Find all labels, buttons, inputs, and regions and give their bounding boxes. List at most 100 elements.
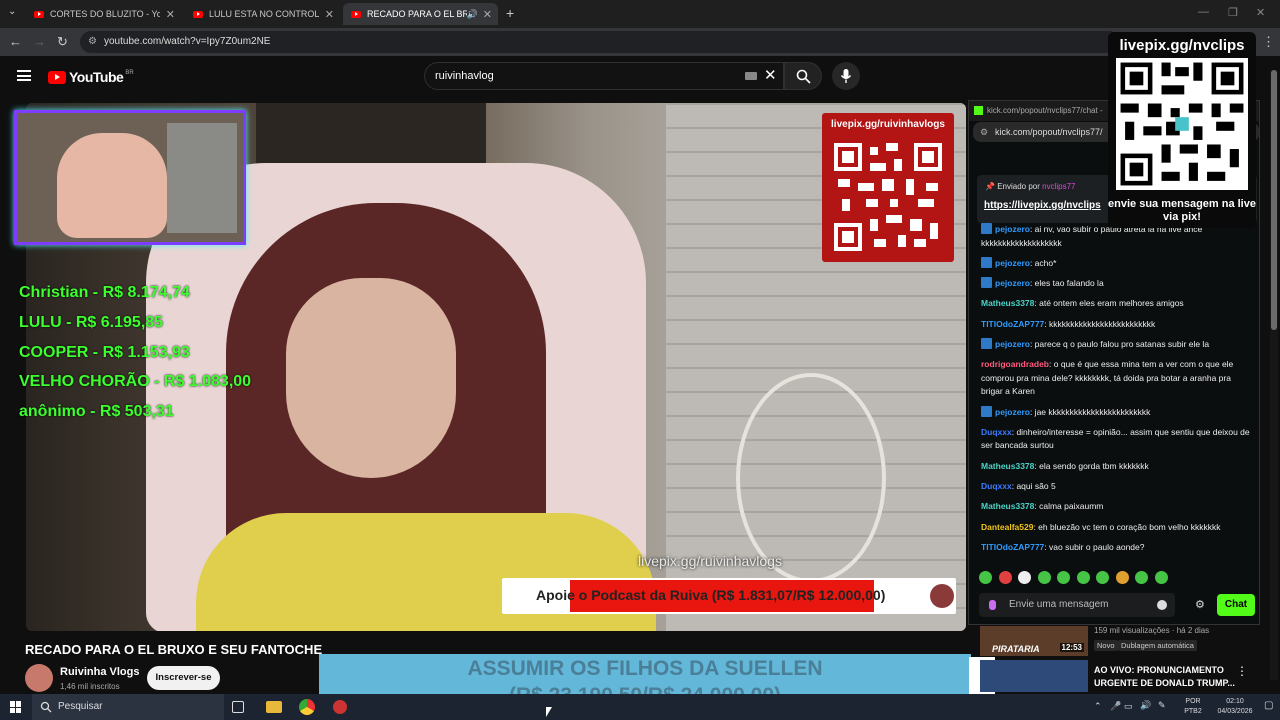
chat-message: rodrigoandradeb: o que é que essa mina t… (981, 358, 1251, 399)
chat-username[interactable]: pejozero (995, 258, 1030, 268)
task-view-icon[interactable] (232, 701, 244, 713)
minimize-icon[interactable]: — (1198, 6, 1209, 18)
thumbnail-caption: PIRATARIA (992, 644, 1040, 654)
video-thumbnail[interactable]: PIRATARIA 12:53 (980, 626, 1088, 656)
restore-icon[interactable]: ❐ (1228, 6, 1238, 19)
donor-entry: LULU - R$ 6.195,85 (19, 313, 164, 331)
close-window-icon[interactable]: ✕ (1256, 6, 1265, 19)
windows-start-icon[interactable] (10, 701, 22, 713)
input-language[interactable]: POR PTB2 (1178, 697, 1208, 717)
emote-icon[interactable] (1154, 571, 1168, 584)
emote-icon[interactable] (1076, 571, 1090, 584)
emote-icon[interactable] (1096, 571, 1109, 584)
new-tab-icon[interactable]: + (506, 5, 514, 21)
site-info-icon[interactable]: ⚙ (88, 31, 97, 53)
chat-username[interactable]: Matheus3378 (981, 298, 1034, 308)
taskbar-search[interactable]: Pesquisar (32, 694, 224, 720)
chat-username[interactable]: Matheus3378 (981, 501, 1034, 511)
audio-playing-icon[interactable]: 🔊 (467, 9, 478, 20)
taskbar-clock[interactable]: 02:10 04/03/2026 (1212, 697, 1258, 717)
file-explorer-icon[interactable] (266, 701, 282, 713)
close-tab-icon[interactable]: ✕ (483, 8, 492, 21)
search-icon (796, 69, 811, 84)
support-bar-text: Apoie o Podcast da Ruiva (R$ 1.831,07/R$… (536, 587, 885, 603)
recommended-video-title[interactable]: AO VIVO: PRONUNCIAMENTO URGENTE DE DONAL… (1094, 664, 1244, 690)
scrollbar-thumb[interactable] (1271, 70, 1277, 330)
emote-icon[interactable] (1057, 571, 1070, 584)
chat-username[interactable]: pejozero (995, 224, 1030, 234)
tab-list-dropdown[interactable]: ⌄ (8, 6, 16, 17)
chrome-icon[interactable] (299, 699, 315, 715)
chat-username[interactable]: pejozero (995, 407, 1030, 417)
address-bar-row: ← → ↻ ⚙ youtube.com/watch?v=Ipy7Z0um2NE … (0, 28, 1280, 56)
close-tab-icon[interactable]: ✕ (166, 8, 175, 21)
chat-username[interactable]: Matheus3378 (981, 461, 1034, 471)
chat-username[interactable]: rodrigoandradeb (981, 359, 1049, 369)
more-options-icon[interactable]: ⋮ (1236, 664, 1248, 678)
emoji-icon[interactable] (1157, 600, 1167, 610)
emote-icon[interactable] (1018, 571, 1031, 584)
chat-settings-icon[interactable]: ⚙ (1195, 598, 1205, 611)
site-info-icon[interactable]: ⚙ (980, 122, 988, 142)
microphone-icon[interactable]: 🎤 (1110, 701, 1121, 712)
video-thumbnail[interactable] (980, 660, 1088, 692)
notifications-icon[interactable]: ▢ (1264, 700, 1273, 711)
url-field[interactable]: ⚙ youtube.com/watch?v=Ipy7Z0um2NE (80, 31, 1120, 53)
emote-icon[interactable] (979, 571, 992, 584)
search-button[interactable] (784, 62, 822, 90)
show-hidden-icons[interactable]: ⌃ (1094, 701, 1102, 712)
chat-text: : calma paixaumm (1034, 501, 1104, 512)
voice-search-button[interactable] (832, 62, 860, 90)
chat-message: Dantealfa529: eh bluezão vc tem o coraçã… (981, 521, 1251, 535)
search-icon (40, 701, 52, 713)
taskbar-search-placeholder: Pesquisar (58, 701, 103, 712)
reload-icon[interactable]: ↻ (57, 34, 68, 50)
keyboard-icon[interactable] (745, 72, 757, 80)
top-donors-list: Christian - R$ 8.174,74 LULU - R$ 6.195,… (19, 278, 251, 427)
browser-tab-2[interactable]: LULU ESTA NO CONTROLE DE ✕ (185, 3, 340, 25)
volume-icon[interactable]: 🔊 (1140, 700, 1151, 711)
recommended-video[interactable]: AO VIVO: PRONUNCIAMENTO URGENTE DE DONAL… (980, 660, 1270, 692)
kick-badge-icon (981, 337, 992, 349)
chat-username[interactable]: pejozero (995, 278, 1030, 288)
tab-title: RECADO PARA O EL BRUXO (367, 9, 467, 19)
browser-tab-3[interactable]: RECADO PARA O EL BRUXO 🔊 ✕ (343, 3, 498, 25)
pen-icon[interactable]: ✎ (1158, 700, 1166, 711)
network-icon[interactable]: ▭ (1124, 701, 1133, 712)
emote-icon[interactable] (1135, 571, 1148, 584)
recommended-video[interactable]: PIRATARIA 12:53 159 mil visualizações · … (980, 626, 1270, 656)
kick-badge-icon (981, 223, 992, 234)
chat-text: : eh bluezão vc tem o coração bom velho … (1033, 521, 1221, 532)
chat-username[interactable]: pejozero (995, 339, 1030, 349)
chat-send-button[interactable]: Chat (1217, 594, 1255, 616)
close-tab-icon[interactable]: ✕ (325, 8, 334, 21)
chat-message-input[interactable]: Envie uma mensagem (979, 593, 1175, 617)
forward-icon[interactable]: → (33, 34, 46, 49)
app-icon[interactable] (333, 700, 347, 714)
chat-username[interactable]: TITIOdoZAP777 (981, 542, 1044, 552)
chat-username[interactable]: Dantealfa529 (981, 522, 1033, 532)
search-input[interactable]: ruivinhavlog (424, 62, 784, 90)
subscribe-button[interactable]: Inscrever-se (147, 666, 220, 690)
hamburger-menu-icon[interactable] (17, 70, 31, 81)
menu-dots-icon[interactable]: ⋮ (1262, 34, 1275, 50)
browser-tab-1[interactable]: CORTES DO BLUZITO - YouTube ✕ (26, 3, 181, 25)
chat-window-title: kick.com/popout/nvclips77/chat - (987, 106, 1103, 115)
pinned-link[interactable]: https://livepix.gg/nvclips (984, 200, 1101, 211)
page-scrollbar[interactable] (1270, 70, 1278, 680)
chat-username[interactable]: Duqxxx (981, 427, 1012, 437)
chat-message: pejozero: eles tao falando la (981, 277, 1251, 291)
chat-username[interactable]: TITIOdoZAP777 (981, 319, 1044, 329)
youtube-logo[interactable]: YouTube BR (48, 69, 134, 85)
clear-search-icon[interactable]: ✕ (764, 66, 777, 84)
chat-message: Matheus3378: ela sendo gorda tbm kkkkkkk (981, 460, 1251, 474)
emote-icon[interactable] (998, 571, 1012, 584)
channel-name[interactable]: Ruivinha Vlogs (60, 666, 139, 678)
facecam-window (167, 123, 237, 233)
emote-icon[interactable] (1115, 571, 1129, 584)
back-icon[interactable]: ← (9, 34, 22, 49)
chat-message: Matheus3378: até ontem eles eram melhore… (981, 297, 1251, 311)
channel-avatar[interactable] (25, 664, 53, 692)
emote-icon[interactable] (1037, 571, 1051, 584)
chat-username[interactable]: Duqxxx (981, 481, 1012, 491)
